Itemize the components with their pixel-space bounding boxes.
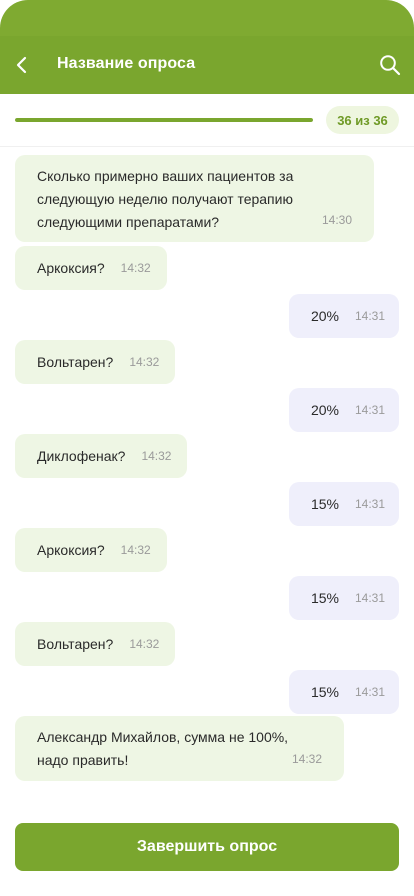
message-outgoing: 15% 14:31 xyxy=(288,482,399,526)
message-time: 14:31 xyxy=(354,309,385,323)
page-title: Название опроса xyxy=(57,55,196,72)
message-text: 15% xyxy=(310,589,339,606)
message-outgoing: 15% 14:31 xyxy=(288,576,399,620)
message-incoming: Аркоксия? 14:32 xyxy=(15,246,167,290)
message-time: 14:32 xyxy=(120,261,151,275)
message-incoming: Аркоксия? 14:32 xyxy=(15,528,167,572)
message-time: 14:30 xyxy=(321,213,352,227)
message-text: 20% xyxy=(310,401,339,418)
message-text: 15% xyxy=(310,495,339,512)
message-time: 14:32 xyxy=(291,752,322,766)
search-button[interactable] xyxy=(376,51,404,79)
progress-bar xyxy=(15,118,313,122)
message-text: Вольтарен? xyxy=(37,635,114,652)
message-incoming: Сколько примерно ваших пациентов за след… xyxy=(15,155,374,242)
message-incoming: Александр Михайлов, сумма не 100%, надо … xyxy=(15,716,344,781)
message-outgoing: 15% 14:31 xyxy=(288,670,399,714)
message-text: Вольтарен? xyxy=(37,353,114,370)
progress-counter: 36 из 36 xyxy=(326,106,399,134)
finish-survey-button[interactable]: Завершить опрос xyxy=(15,823,399,871)
message-time: 14:32 xyxy=(129,637,160,651)
message-incoming: Вольтарен? 14:32 xyxy=(15,340,176,384)
message-text: Аркоксия? xyxy=(37,541,105,558)
progress-fill xyxy=(15,118,313,122)
message-time: 14:31 xyxy=(354,685,385,699)
chevron-left-icon xyxy=(16,56,27,74)
message-time: 14:31 xyxy=(354,403,385,417)
message-text: 20% xyxy=(310,307,339,324)
message-text: Диклофенак? xyxy=(37,447,126,464)
message-outgoing: 20% 14:31 xyxy=(288,294,399,338)
message-incoming: Диклофенак? 14:32 xyxy=(15,434,188,478)
message-time: 14:32 xyxy=(120,543,151,557)
message-text: Аркоксия? xyxy=(37,259,105,276)
search-icon xyxy=(380,55,401,76)
message-text: Сколько примерно ваших пациентов за след… xyxy=(37,168,294,230)
progress-area: 36 из 36 xyxy=(0,94,414,147)
message-time: 14:31 xyxy=(354,591,385,605)
message-incoming: Вольтарен? 14:32 xyxy=(15,622,176,666)
message-time: 14:32 xyxy=(129,355,160,369)
status-bar xyxy=(0,0,414,36)
message-text: 15% xyxy=(310,683,339,700)
back-button[interactable] xyxy=(8,51,36,79)
chat-list: Сколько примерно ваших пациентов за след… xyxy=(0,147,414,807)
message-outgoing: 20% 14:31 xyxy=(288,388,399,432)
app-bar: Название опроса xyxy=(0,36,414,94)
message-time: 14:31 xyxy=(354,497,385,511)
message-time: 14:32 xyxy=(141,449,172,463)
message-text: Александр Михайлов, сумма не 100%, надо … xyxy=(37,729,289,768)
